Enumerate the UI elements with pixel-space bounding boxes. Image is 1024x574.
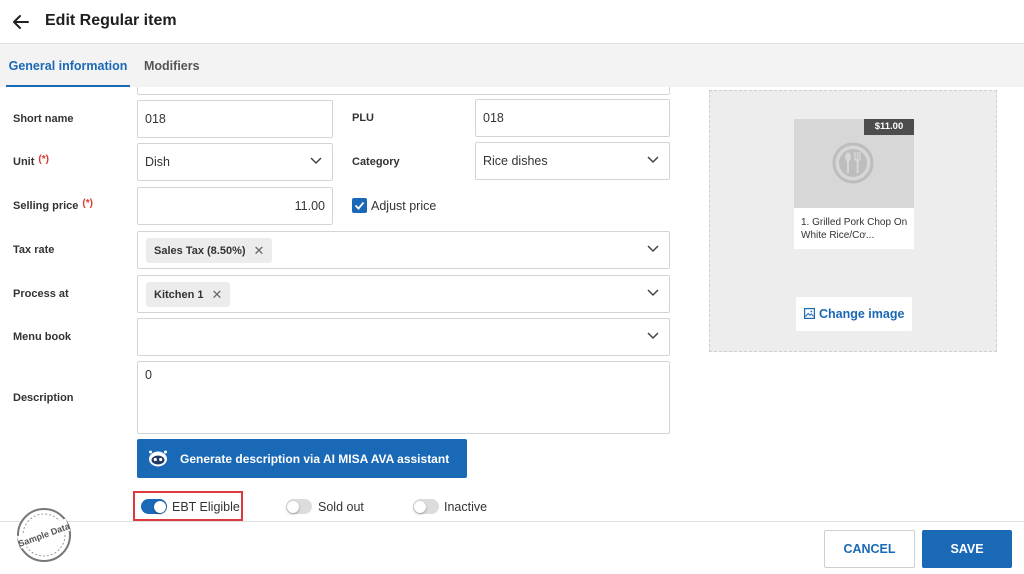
chevron-down-icon	[647, 332, 659, 340]
short-name-input[interactable]: 018	[137, 100, 333, 138]
plu-label: PLU	[352, 112, 374, 124]
sample-data-stamp: Sample Data	[16, 508, 72, 562]
kitchen-chip: Kitchen 1 ✕	[146, 282, 231, 307]
short-name-label: Short name	[13, 113, 74, 125]
toggle-knob	[153, 500, 166, 513]
top-bar: Edit Regular item	[0, 0, 1024, 44]
tab-modifiers[interactable]: Modifiers	[144, 45, 200, 87]
required-marker: (*)	[82, 198, 93, 209]
tax-chip: Sales Tax (8.50%) ✕	[146, 238, 273, 263]
cancel-button[interactable]: CANCEL	[824, 530, 915, 568]
sold-out-label: Sold out	[318, 500, 364, 514]
remove-chip-icon[interactable]: ✕	[212, 287, 223, 303]
chevron-down-icon	[310, 157, 322, 165]
top-partial-field[interactable]	[137, 87, 670, 95]
item-preview-card: $11.00 1. Grilled Pork Chop On White Ric…	[794, 119, 914, 249]
chevron-down-icon	[647, 156, 659, 164]
checkmark-icon	[354, 201, 365, 210]
ai-button-label: Generate description via AI MISA AVA ass…	[180, 452, 450, 466]
tax-rate-select[interactable]: Sales Tax (8.50%) ✕	[137, 231, 670, 269]
save-button[interactable]: SAVE	[922, 530, 1012, 568]
unit-label-text: Unit	[13, 156, 35, 168]
inactive-toggle[interactable]	[413, 499, 439, 514]
form-area: Short name 018 PLU 018 Unit (*) Dish Cate…	[0, 87, 690, 521]
inactive-label: Inactive	[444, 500, 488, 514]
menu-book-label: Menu book	[13, 331, 72, 343]
ai-generate-description-button[interactable]: Generate description via AI MISA AVA ass…	[137, 439, 467, 478]
plu-input[interactable]: 018	[475, 99, 670, 137]
toggle-knob	[287, 500, 299, 513]
image-icon	[804, 308, 815, 319]
image-panel: $11.00 1. Grilled Pork Chop On White Ric…	[709, 90, 997, 352]
ebt-eligible-label: EBT Eligible	[172, 500, 240, 514]
process-at-label: Process at	[13, 288, 69, 300]
selling-price-input[interactable]: 11.00	[137, 187, 333, 225]
description-textarea[interactable]: 0	[137, 361, 670, 434]
item-image-placeholder: $11.00	[794, 119, 914, 208]
chevron-down-icon	[647, 289, 659, 297]
selling-price-label: Selling price (*)	[13, 198, 93, 212]
main-content: Short name 018 PLU 018 Unit (*) Dish Cate…	[0, 87, 1024, 521]
description-label: Description	[13, 392, 74, 404]
unit-select[interactable]: Dish	[137, 143, 333, 181]
kitchen-chip-label: Kitchen 1	[154, 288, 204, 301]
selling-price-label-text: Selling price	[13, 200, 79, 212]
category-label: Category	[352, 156, 400, 168]
chevron-down-icon	[647, 245, 659, 253]
tab-general-information[interactable]: General information	[6, 45, 130, 87]
back-arrow-icon[interactable]	[10, 11, 32, 33]
category-select[interactable]: Rice dishes	[475, 142, 670, 180]
plate-utensils-icon	[832, 142, 874, 184]
plu-value: 018	[483, 111, 504, 125]
ebt-eligible-toggle[interactable]	[141, 499, 167, 514]
change-image-label: Change image	[819, 307, 905, 321]
required-marker: (*)	[38, 154, 49, 165]
adjust-price-label: Adjust price	[371, 199, 437, 213]
description-value: 0	[145, 368, 152, 382]
adjust-price-checkbox[interactable]	[352, 198, 367, 213]
category-value: Rice dishes	[483, 154, 548, 168]
page-title: Edit Regular item	[45, 12, 177, 29]
toggle-knob	[414, 500, 426, 513]
robot-assistant-icon	[149, 450, 167, 467]
item-name-preview: 1. Grilled Pork Chop On White Rice/Cơ...	[801, 217, 908, 241]
menu-book-select[interactable]	[137, 318, 670, 356]
short-name-value: 018	[145, 112, 166, 126]
change-image-button[interactable]: Change image	[796, 297, 912, 331]
tax-chip-label: Sales Tax (8.50%)	[154, 244, 246, 257]
unit-label: Unit (*)	[13, 154, 49, 168]
price-badge: $11.00	[864, 119, 914, 135]
tab-bar: General information Modifiers	[0, 45, 1024, 87]
footer: CANCEL SAVE	[0, 521, 1024, 574]
remove-chip-icon[interactable]: ✕	[254, 243, 265, 259]
sold-out-toggle[interactable]	[286, 499, 312, 514]
selling-price-value: 11.00	[294, 199, 325, 213]
tax-rate-label: Tax rate	[13, 244, 55, 256]
process-at-select[interactable]: Kitchen 1 ✕	[137, 275, 670, 313]
unit-value: Dish	[145, 155, 171, 169]
